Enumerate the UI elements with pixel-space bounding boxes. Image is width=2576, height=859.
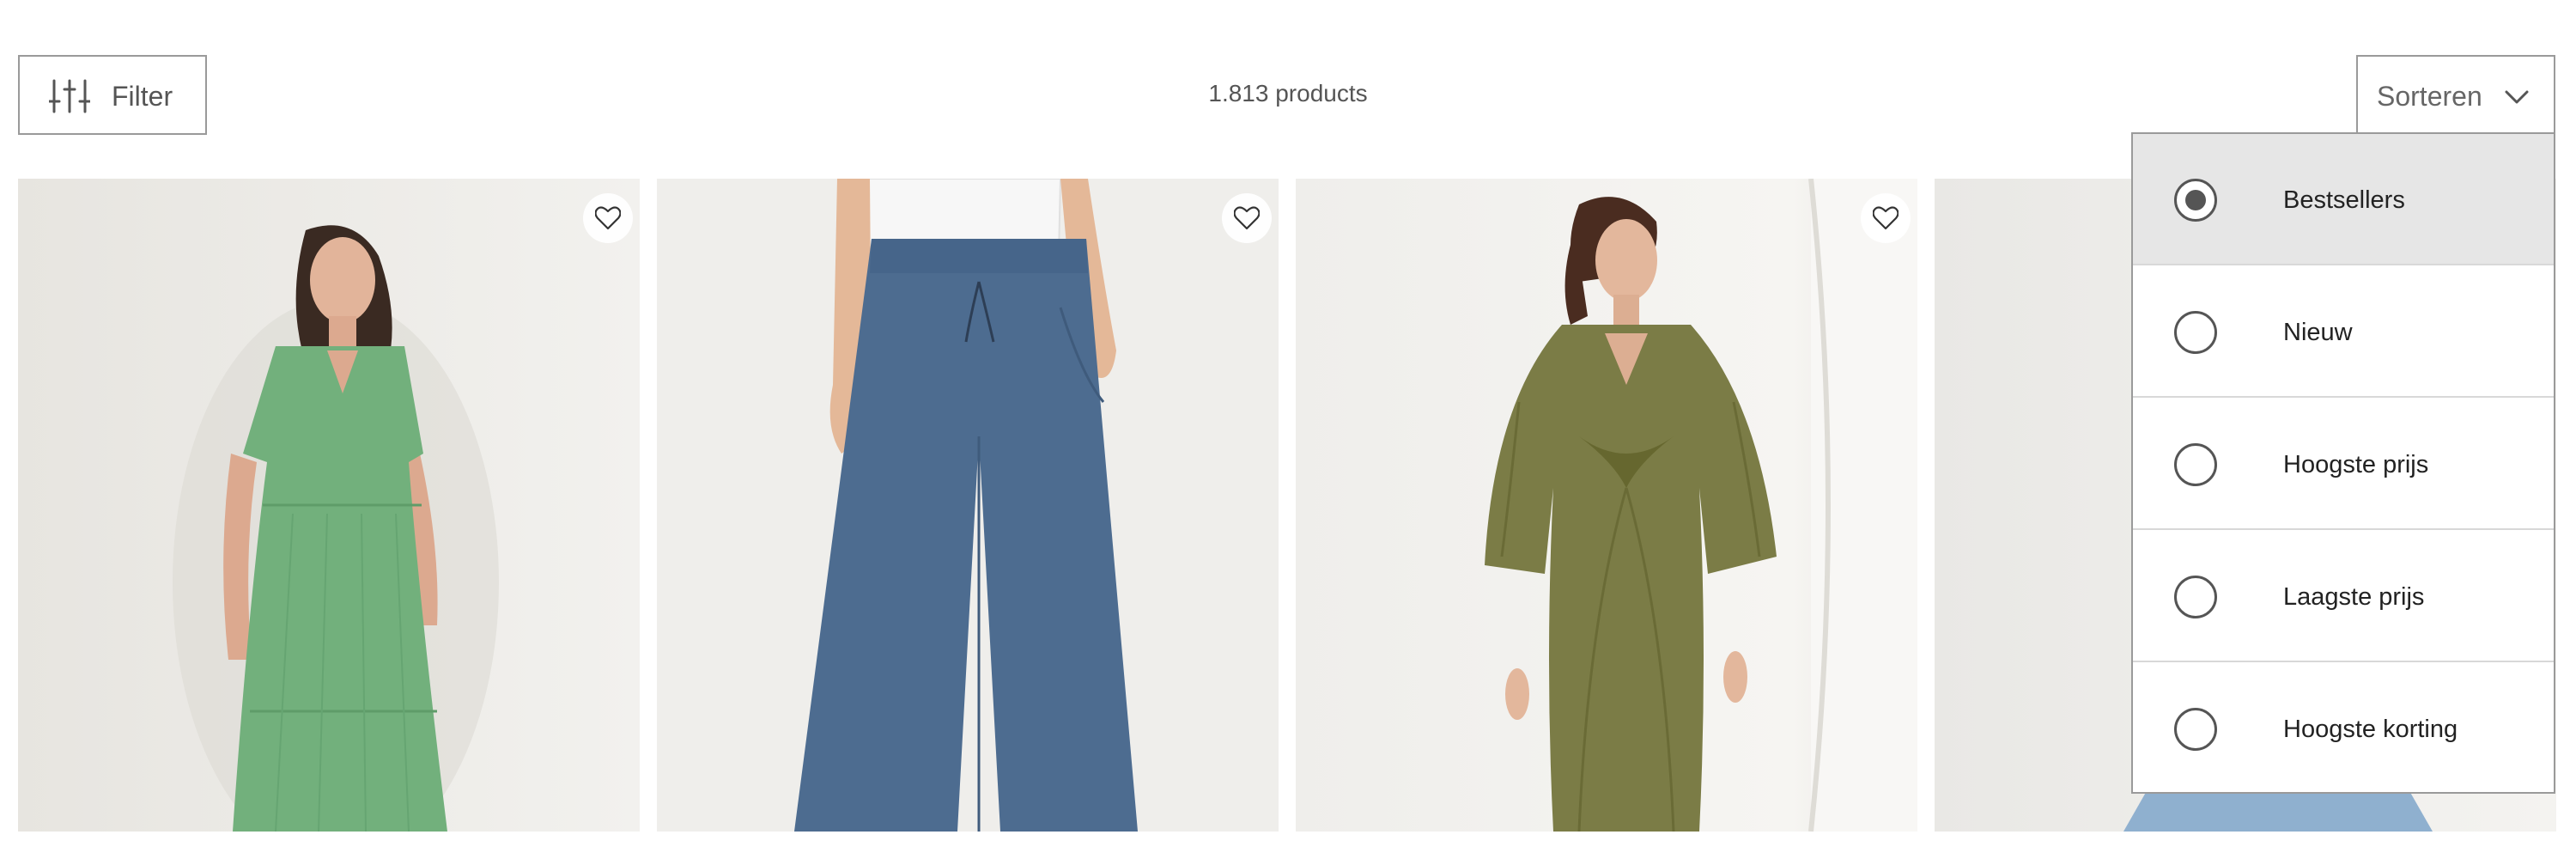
favorite-button[interactable] (1861, 193, 1911, 243)
heart-icon (1234, 206, 1260, 230)
heart-icon (1873, 206, 1899, 230)
sort-button[interactable]: Sorteren (2356, 55, 2555, 134)
filter-label: Filter (112, 81, 173, 112)
sort-option-hoogste-prijs[interactable]: Hoogste prijs (2133, 399, 2554, 530)
sort-option-label: Laagste prijs (2283, 583, 2425, 611)
chevron-down-icon (2505, 90, 2529, 104)
sort-dropdown-menu: Bestsellers Nieuw Hoogste prijs Laagste … (2131, 132, 2555, 794)
sort-option-nieuw[interactable]: Nieuw (2133, 266, 2554, 398)
heart-icon (595, 206, 621, 230)
product-card[interactable] (657, 179, 1279, 832)
sliders-icon (49, 79, 90, 113)
product-image-green-dress[interactable] (18, 179, 640, 832)
product-image-chambray-trousers[interactable] (657, 179, 1279, 832)
sort-option-label: Hoogste prijs (2283, 451, 2429, 478)
sort-option-laagste-prijs[interactable]: Laagste prijs (2133, 531, 2554, 662)
radio-icon[interactable] (2174, 576, 2217, 618)
radio-icon[interactable] (2174, 708, 2217, 751)
favorite-button[interactable] (583, 193, 633, 243)
sort-option-bestsellers[interactable]: Bestsellers (2133, 134, 2554, 265)
sort-option-label: Nieuw (2283, 319, 2353, 346)
product-card[interactable] (1296, 179, 1917, 832)
radio-icon[interactable] (2174, 443, 2217, 486)
product-count: 1.813 products (1208, 80, 1368, 107)
sort-option-label: Bestsellers (2283, 186, 2405, 214)
product-image-olive-velvet-dress[interactable] (1296, 179, 1917, 832)
radio-icon[interactable] (2174, 311, 2217, 354)
sort-label: Sorteren (2377, 81, 2482, 112)
sort-option-label: Hoogste korting (2283, 716, 2458, 743)
favorite-button[interactable] (1222, 193, 1272, 243)
product-card[interactable] (18, 179, 640, 832)
filter-button[interactable]: Filter (18, 55, 207, 135)
radio-selected-icon[interactable] (2174, 179, 2217, 222)
sort-option-hoogste-korting[interactable]: Hoogste korting (2133, 663, 2554, 795)
